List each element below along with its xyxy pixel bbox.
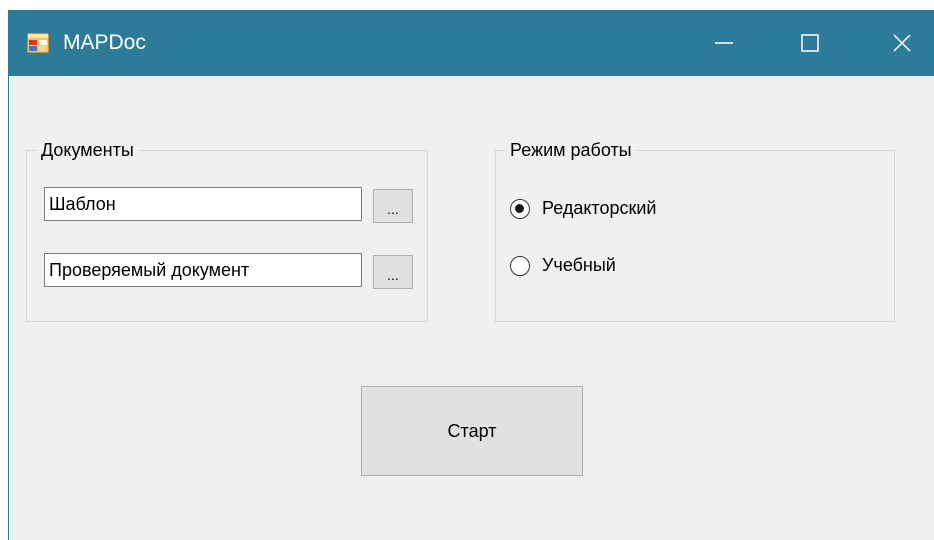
close-icon — [893, 34, 911, 52]
app-window: MAPDoc Документы Шаблон ... Проверяемый … — [8, 10, 934, 540]
mode-groupbox: Режим работы Редакторский Учебный — [495, 138, 895, 322]
radio-button-unchecked[interactable] — [510, 255, 530, 276]
mode-group-label: Режим работы — [506, 138, 636, 162]
documents-groupbox: Документы Шаблон ... Проверяемый докумен… — [26, 138, 428, 322]
radio-button-checked[interactable] — [510, 198, 530, 219]
checked-document-path-input[interactable]: Проверяемый документ — [44, 253, 362, 287]
maximize-icon — [801, 34, 819, 52]
minimize-button[interactable] — [701, 10, 747, 76]
title-bar[interactable]: MAPDoc — [9, 10, 934, 76]
template-browse-button[interactable]: ... — [373, 189, 413, 223]
radio-option-training[interactable]: Учебный — [510, 255, 616, 276]
documents-group-label: Документы — [37, 138, 138, 162]
maximize-button[interactable] — [787, 10, 833, 76]
radio-option-editor[interactable]: Редакторский — [510, 198, 656, 219]
window-title: MAPDoc — [63, 31, 146, 54]
template-path-input[interactable]: Шаблон — [44, 187, 362, 221]
checked-document-browse-button[interactable]: ... — [373, 255, 413, 289]
radio-label-editor[interactable]: Редакторский — [542, 198, 656, 219]
radio-label-training[interactable]: Учебный — [542, 255, 616, 276]
minimize-icon — [715, 42, 733, 44]
app-icon — [26, 32, 50, 54]
close-button[interactable] — [879, 10, 925, 76]
start-button[interactable]: Старт — [361, 386, 583, 476]
